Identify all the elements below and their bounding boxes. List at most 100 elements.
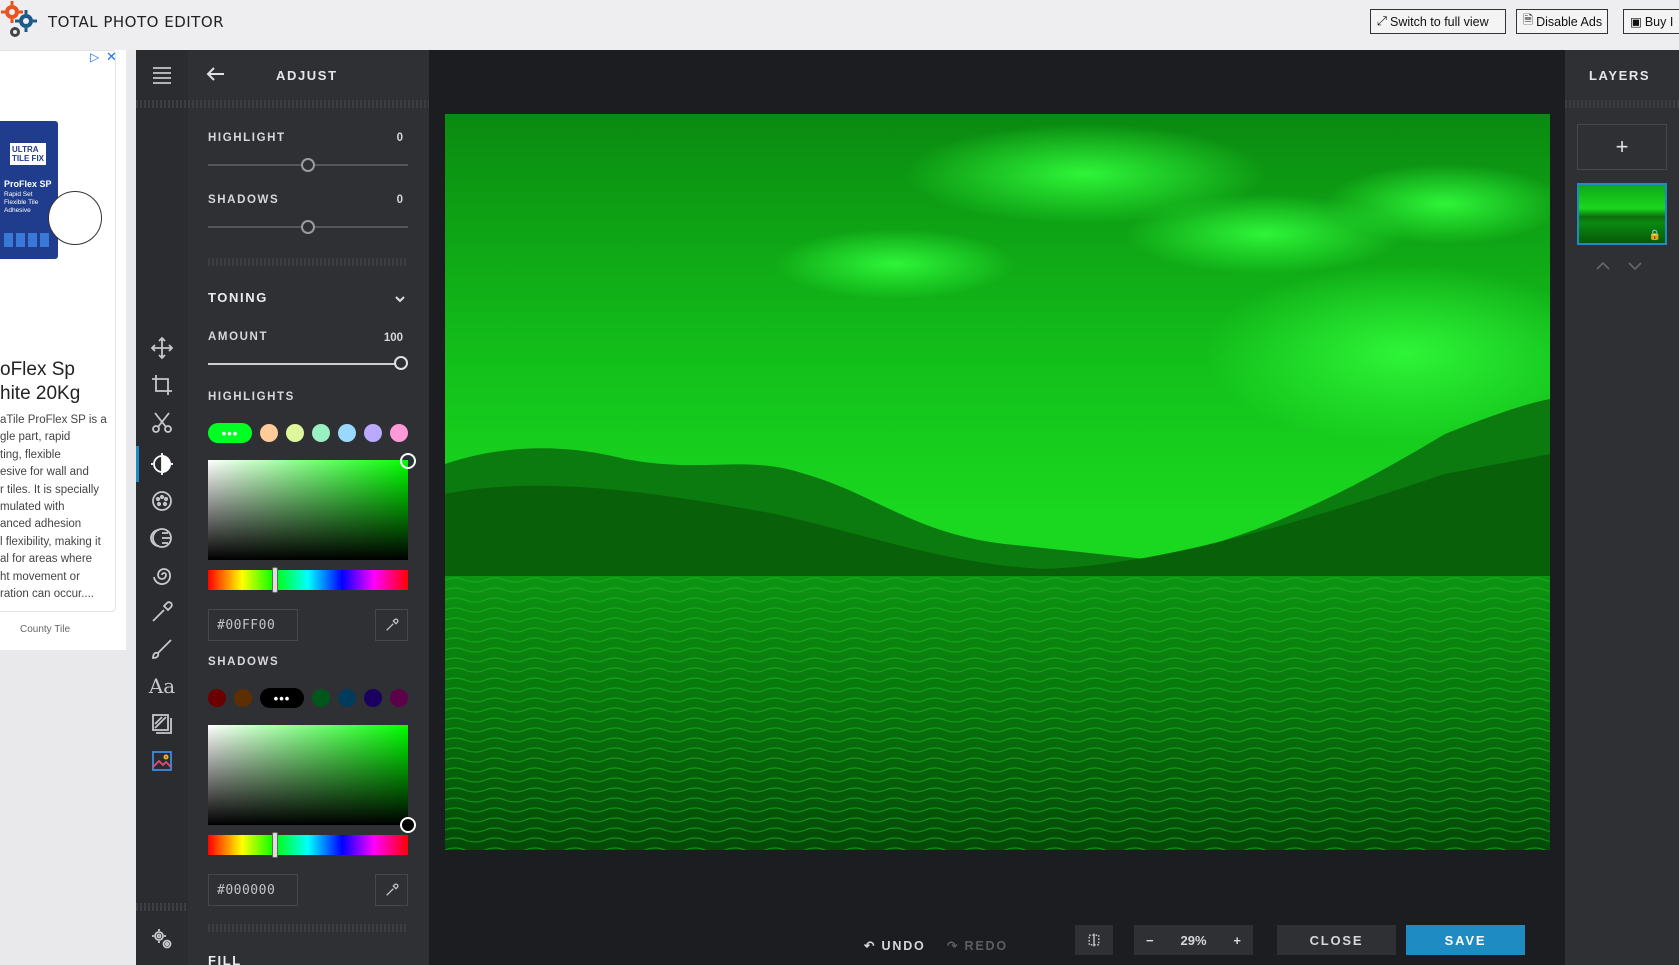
highlights-hue-thumb[interactable] (272, 567, 278, 593)
image-icon[interactable] (149, 748, 175, 774)
panel-title: ADJUST (276, 68, 338, 83)
plus-icon: + (1615, 134, 1629, 159)
shadows-hue-thumb[interactable] (272, 832, 278, 858)
amount-label: AMOUNT (208, 331, 269, 343)
canvas-area: ↶ UNDO ↷ REDO − 29% + (429, 50, 1565, 965)
highlights-swatch[interactable] (286, 424, 304, 442)
zoom-in-button[interactable]: + (1233, 933, 1241, 948)
redo-button[interactable]: ↷ REDO (947, 938, 1008, 953)
highlights-color-field[interactable] (208, 460, 408, 560)
pipette-icon[interactable] (149, 599, 175, 625)
shadows-swatch[interactable] (234, 689, 252, 707)
settings-gears-icon[interactable] (149, 926, 175, 952)
filter-icon[interactable] (149, 488, 175, 514)
cart-icon: ▣ (1630, 15, 1642, 29)
expand-icon: ⤢ (1377, 14, 1388, 28)
toning-section-header[interactable]: TONING (208, 290, 268, 305)
chevron-down-icon[interactable] (394, 292, 406, 304)
save-button[interactable]: SAVE (1406, 925, 1525, 955)
ad-magnifier-circle (48, 191, 102, 245)
ad-body: aTile ProFlex SP is a gle part, rapid ti… (0, 414, 107, 601)
ad-choices-icon[interactable]: ▷ (90, 50, 99, 64)
highlights-hex-input[interactable]: #00FF00 (208, 609, 298, 641)
shadows-swatch[interactable] (338, 689, 356, 707)
layers-panel: LAYERS + 🔒 (1565, 50, 1679, 965)
ad-product-name: ProFlex SP (4, 179, 52, 189)
shadows-color-field[interactable] (208, 725, 408, 825)
brush-icon[interactable] (149, 636, 175, 662)
highlights-swatch[interactable] (312, 424, 330, 442)
ad-close-icon[interactable]: ✕ (106, 50, 117, 65)
redo-icon: ↷ (947, 939, 965, 953)
highlights-section-label: HIGHLIGHTS (208, 391, 295, 403)
shadows-section-label: SHADOWS (208, 656, 280, 668)
shadows-hue-slider[interactable] (208, 835, 408, 855)
scissors-icon[interactable] (149, 410, 175, 436)
shadows-color-field-thumb[interactable] (400, 817, 416, 833)
amount-slider-thumb[interactable] (394, 356, 408, 370)
layer-thumbnail[interactable]: 🔒 (1577, 183, 1667, 245)
shadows-swatch[interactable] (208, 689, 226, 707)
app-logo-gears-icon (1, 1, 37, 37)
highlights-swatch[interactable] (390, 424, 408, 442)
fill-section-header[interactable]: FILL (208, 953, 242, 965)
lock-icon: 🔒 (1648, 230, 1661, 241)
shadows-slider-thumb[interactable] (301, 220, 315, 234)
ad-headline[interactable]: oFlex Sp hite 20Kg (0, 358, 80, 406)
vignette-icon[interactable] (149, 525, 175, 551)
highlights-swatch[interactable] (260, 424, 278, 442)
highlights-eyedropper-button[interactable] (375, 609, 408, 641)
highlights-swatch[interactable] (364, 424, 382, 442)
ad-source[interactable]: County Tile (0, 624, 90, 635)
undo-button[interactable]: ↶ UNDO (864, 938, 926, 953)
eyedropper-icon (385, 618, 398, 631)
shadows-eyedropper-button[interactable] (375, 874, 408, 906)
tool-rail: Aa (136, 50, 188, 965)
adjust-icon[interactable] (149, 451, 175, 477)
highlights-selected-swatch[interactable]: ••• (208, 423, 252, 443)
eyedropper-icon (385, 883, 398, 896)
shadows-swatch[interactable] (364, 689, 382, 707)
undo-icon: ↶ (864, 939, 882, 953)
active-tool-indicator (136, 446, 139, 482)
highlight-label: HIGHLIGHT (208, 132, 286, 144)
add-layer-button[interactable]: + (1577, 124, 1667, 170)
document-icon: 🗎 (1523, 13, 1534, 27)
shadows-selected-swatch[interactable]: ••• (260, 688, 304, 708)
menu-icon[interactable] (149, 62, 175, 88)
move-layer-down-icon[interactable] (1627, 259, 1643, 271)
highlights-hue-slider[interactable] (208, 570, 408, 590)
frame-icon[interactable] (149, 711, 175, 737)
ad-product-image: ULTRA TILE FIX ProFlex SP Rapid Set Flex… (0, 121, 58, 259)
fit-screen-icon (1088, 933, 1100, 947)
edited-photo[interactable] (445, 114, 1550, 850)
move-icon[interactable] (149, 335, 175, 361)
buy-button[interactable]: ▣ Buy I (1623, 9, 1679, 34)
advertisement[interactable]: ▷ ✕ ULTRA TILE FIX ProFlex SP Rapid Set … (0, 50, 126, 650)
amount-value: 100 (383, 332, 403, 344)
zoom-out-button[interactable]: − (1146, 933, 1154, 948)
layers-title: LAYERS (1589, 68, 1651, 83)
switch-full-view-button[interactable]: ⤢ Switch to full view (1370, 9, 1506, 34)
shadows-value: 0 (396, 194, 403, 206)
amount-slider-fill (208, 363, 401, 365)
ad-card[interactable]: ▷ ✕ ULTRA TILE FIX ProFlex SP Rapid Set … (0, 50, 117, 612)
highlight-slider-thumb[interactable] (301, 158, 315, 172)
fit-to-screen-button[interactable] (1075, 925, 1113, 955)
shadows-hex-input[interactable]: #000000 (208, 874, 298, 906)
crop-icon[interactable] (149, 372, 175, 398)
shadows-swatch[interactable] (312, 689, 330, 707)
shadows-swatch[interactable] (390, 689, 408, 707)
spiral-icon[interactable] (149, 562, 175, 588)
back-arrow-icon[interactable] (204, 62, 228, 86)
highlight-value: 0 (396, 132, 403, 144)
text-icon[interactable]: Aa (149, 673, 175, 699)
zoom-level: 29% (1180, 932, 1207, 948)
move-layer-up-icon[interactable] (1595, 259, 1611, 271)
ad-product-brand: ULTRA TILE FIX (10, 143, 46, 165)
shadows-label: SHADOWS (208, 194, 280, 206)
close-button[interactable]: CLOSE (1277, 925, 1396, 955)
highlights-color-field-thumb[interactable] (400, 453, 416, 469)
disable-ads-button[interactable]: 🗎 Disable Ads (1516, 9, 1608, 34)
highlights-swatch[interactable] (338, 424, 356, 442)
